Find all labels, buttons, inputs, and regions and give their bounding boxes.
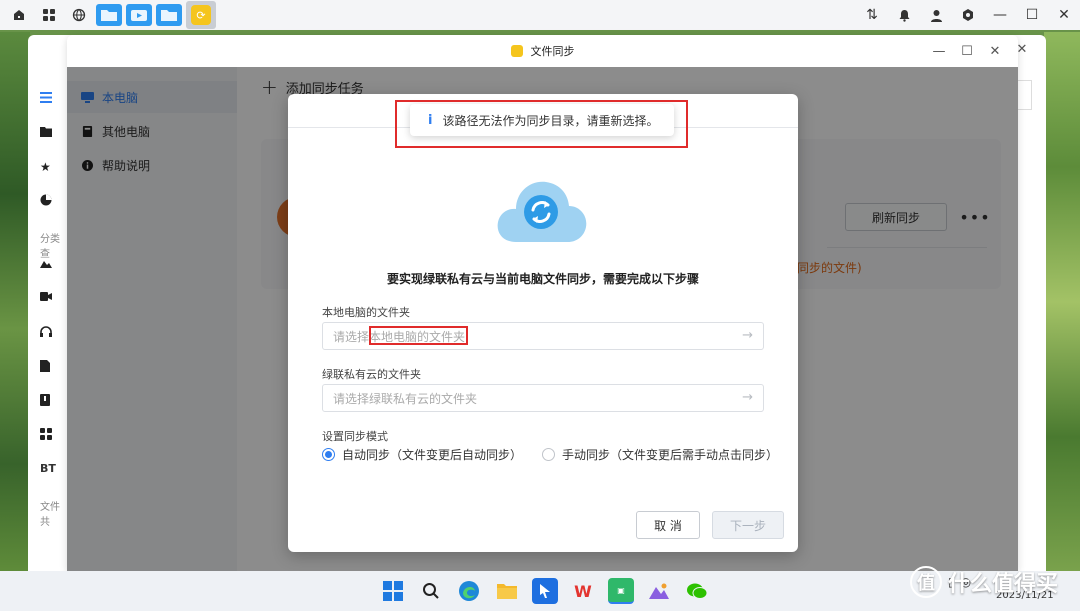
bg-nav-item-10[interactable] xyxy=(40,428,52,440)
pointer-app-icon[interactable] xyxy=(532,578,558,604)
bg-nav-item-8[interactable] xyxy=(40,360,50,372)
files-app-icon[interactable] xyxy=(156,4,182,26)
sync-mode-options: 自动同步（文件变更后自动同步） 手动同步（文件变更后需手动点击同步） xyxy=(322,446,778,463)
cloud-folder-field[interactable]: 请选择绿联私有云的文件夹 → xyxy=(322,384,764,412)
close-icon[interactable]: ✕ xyxy=(1048,0,1080,30)
manual-sync-radio[interactable] xyxy=(542,448,556,461)
next-button[interactable]: 下一步 xyxy=(712,511,784,539)
auto-sync-radio[interactable] xyxy=(322,448,335,461)
manual-sync-label[interactable]: 手动同步（文件变更后需手动点击同步） xyxy=(562,446,778,463)
cancel-button[interactable]: 取 消 xyxy=(636,511,700,539)
minimize-icon[interactable]: — xyxy=(984,0,1016,30)
apps-icon xyxy=(40,428,52,440)
wps-icon[interactable]: W xyxy=(570,578,596,604)
edge-browser-icon[interactable] xyxy=(456,578,482,604)
cloud-folder-placeholder: 请选择绿联私有云的文件夹 xyxy=(333,391,478,406)
watermark-logo: 值 xyxy=(910,566,942,598)
folder-app-icon[interactable] xyxy=(96,4,122,26)
home-icon[interactable] xyxy=(4,0,34,30)
network-icon[interactable]: ⇅ xyxy=(856,0,888,30)
arrow-right-icon: → xyxy=(742,390,753,405)
list-icon xyxy=(40,92,52,103)
background-nav: ★ 分类查 BT 文件共 xyxy=(28,80,68,570)
maximize-icon[interactable]: ☐ xyxy=(1016,0,1048,30)
cloud-folder-label: 绿联私有云的文件夹 xyxy=(322,368,421,381)
file-explorer-icon[interactable] xyxy=(494,578,520,604)
video-icon xyxy=(40,292,52,301)
bg-nav-item-5[interactable] xyxy=(40,258,52,268)
app-titlebar: 文件同步 xyxy=(67,35,1018,67)
wechat-icon[interactable] xyxy=(684,578,710,604)
bell-icon[interactable] xyxy=(888,0,920,30)
sync-mode-label: 设置同步模式 xyxy=(322,430,388,443)
bg-section-label: 分类查 xyxy=(40,234,60,260)
bg-nav-item-9[interactable] xyxy=(40,394,50,406)
bg-nav-item-1[interactable] xyxy=(40,92,52,103)
bg-section-label-2: 文件共 xyxy=(40,502,60,528)
sync-app-tab[interactable]: ⟳ xyxy=(186,1,216,29)
search-icon[interactable] xyxy=(418,578,444,604)
top-bar: ⟳ ⇅ — ☐ ✕ xyxy=(0,0,1080,30)
auto-sync-label[interactable]: 自动同步（文件变更后自动同步） xyxy=(342,446,522,463)
folder-icon xyxy=(40,127,52,137)
bg-nav-item-7[interactable] xyxy=(40,326,52,337)
star-icon: ★ xyxy=(40,160,51,174)
sync-title-icon xyxy=(510,45,523,57)
photos-icon[interactable] xyxy=(646,578,672,604)
sync-app-icon: ⟳ xyxy=(191,5,211,25)
annotation-box-toast xyxy=(395,100,688,148)
archive-icon xyxy=(40,394,50,406)
app-maximize-icon[interactable]: ☐ xyxy=(953,35,981,67)
app-title: 文件同步 xyxy=(530,45,575,58)
bg-nav-item-3[interactable]: ★ xyxy=(40,160,51,174)
pie-icon xyxy=(40,194,52,206)
windows-start-icon[interactable] xyxy=(380,578,406,604)
arrow-right-icon: → xyxy=(742,328,753,343)
bg-nav-item-bt[interactable]: BT xyxy=(40,462,56,475)
headphones-icon xyxy=(40,326,52,337)
active-app-icon[interactable]: ▣ xyxy=(608,578,634,604)
bt-label: BT xyxy=(40,462,56,475)
watermark-text: 什么值得买 xyxy=(948,572,1059,597)
bg-nav-item-6[interactable] xyxy=(40,292,52,301)
document-icon xyxy=(40,360,50,372)
local-folder-label: 本地电脑的文件夹 xyxy=(322,306,410,319)
wallpaper-right xyxy=(1044,32,1080,572)
user-icon[interactable] xyxy=(920,0,952,30)
bg-nav-item-4[interactable] xyxy=(40,194,52,206)
image-icon xyxy=(40,261,52,268)
sync-setup-dialog: 要实现绿联私有云与当前电脑文件同步，需要完成以下步骤 本地电脑的文件夹 请选择本… xyxy=(288,94,798,552)
annotation-box-field xyxy=(369,326,468,345)
watermark: 值 什么值得买 xyxy=(910,566,1058,598)
globe-icon[interactable] xyxy=(64,0,94,30)
app-minimize-icon[interactable]: — xyxy=(925,35,953,67)
bg-nav-item-2[interactable] xyxy=(40,126,52,137)
cloud-sync-icon xyxy=(497,181,587,242)
apps-grid-icon[interactable] xyxy=(34,0,64,30)
dialog-heading: 要实现绿联私有云与当前电脑文件同步，需要完成以下步骤 xyxy=(386,272,699,286)
settings-icon[interactable] xyxy=(952,0,984,30)
wallpaper-left xyxy=(0,32,30,572)
video-app-icon[interactable] xyxy=(126,4,152,26)
app-close-icon[interactable]: ✕ xyxy=(981,35,1009,67)
background-input-edge xyxy=(1018,80,1032,110)
